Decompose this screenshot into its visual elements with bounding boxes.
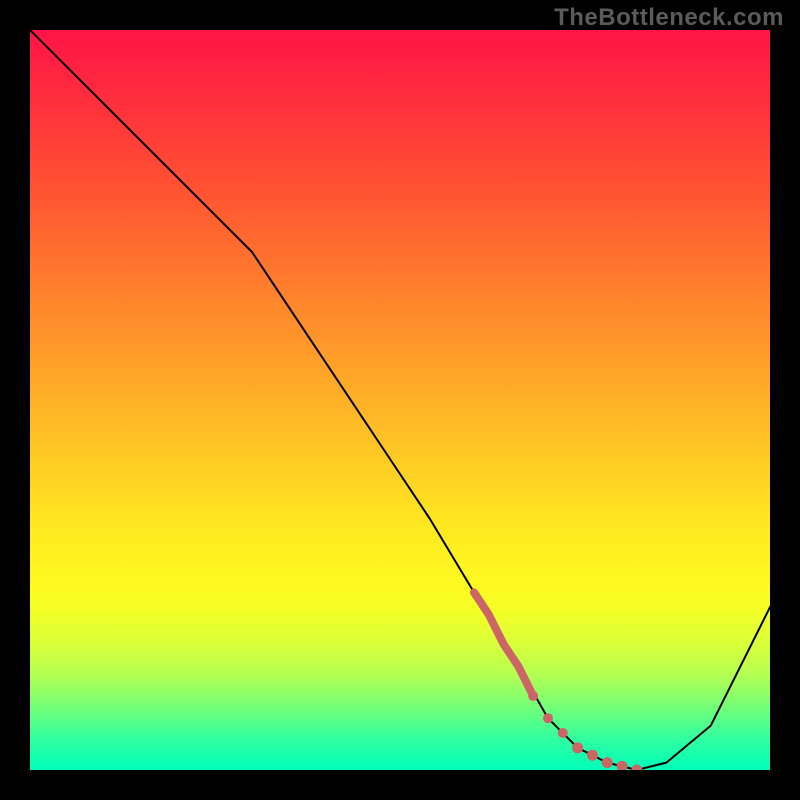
chart-overlay-svg bbox=[30, 30, 770, 770]
highlight-marker-dot bbox=[631, 765, 642, 771]
chart-frame: TheBottleneck.com bbox=[0, 0, 800, 800]
bottleneck-curve-line bbox=[30, 30, 770, 770]
highlight-marker-dot bbox=[543, 713, 553, 723]
highlight-marker-dot bbox=[558, 728, 568, 738]
highlight-marker-dot bbox=[617, 761, 628, 770]
highlight-marker-dot bbox=[602, 757, 613, 768]
watermark-text: TheBottleneck.com bbox=[554, 4, 784, 32]
highlight-marker-dot bbox=[528, 691, 538, 701]
highlight-marker-dot bbox=[572, 742, 583, 753]
highlight-marker-dot bbox=[587, 750, 598, 761]
highlight-markers-group bbox=[474, 592, 642, 770]
highlight-tail-stroke bbox=[474, 592, 533, 696]
